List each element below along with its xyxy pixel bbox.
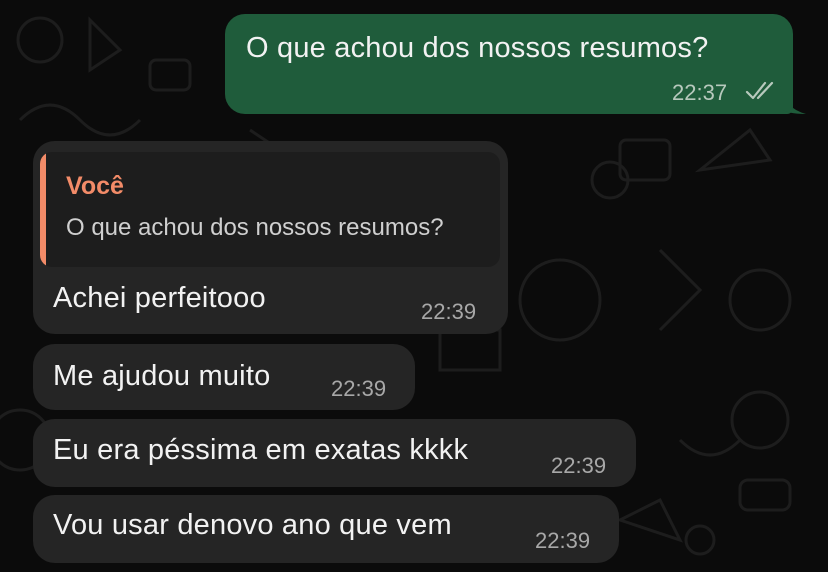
quote-text: O que achou dos nossos resumos?	[66, 214, 444, 241]
message-text: Achei perfeitooo	[53, 282, 266, 314]
bubble-tail	[780, 86, 806, 114]
message-time: 22:39	[331, 376, 387, 401]
chat-conversation: O que achou dos nossos resumos? 22:37 Vo…	[0, 0, 828, 572]
incoming-message-bubble[interactable]: Eu era péssima em exatas kkkk 22:39	[33, 419, 636, 487]
message-text: Eu era péssima em exatas kkkk	[53, 434, 469, 466]
message-time: 22:39	[421, 299, 477, 324]
message-text: Me ajudou muito	[53, 360, 271, 392]
outgoing-message-bubble[interactable]: O que achou dos nossos resumos? 22:37	[225, 14, 793, 114]
incoming-message-bubble[interactable]: Me ajudou muito 22:39	[33, 344, 415, 410]
message-text: O que achou dos nossos resumos?	[246, 32, 709, 64]
double-check-read-icon	[745, 81, 774, 100]
message-time: 22:39	[551, 453, 607, 478]
quoted-message[interactable]: Você O que achou dos nossos resumos?	[40, 152, 500, 267]
message-time: 22:39	[535, 528, 591, 553]
quote-accent-bar	[40, 152, 46, 267]
message-text: Vou usar denovo ano que vem	[53, 509, 452, 541]
incoming-message-bubble[interactable]: Vou usar denovo ano que vem 22:39	[33, 495, 619, 563]
quote-author: Você	[66, 172, 124, 200]
message-time: 22:37	[672, 80, 728, 105]
